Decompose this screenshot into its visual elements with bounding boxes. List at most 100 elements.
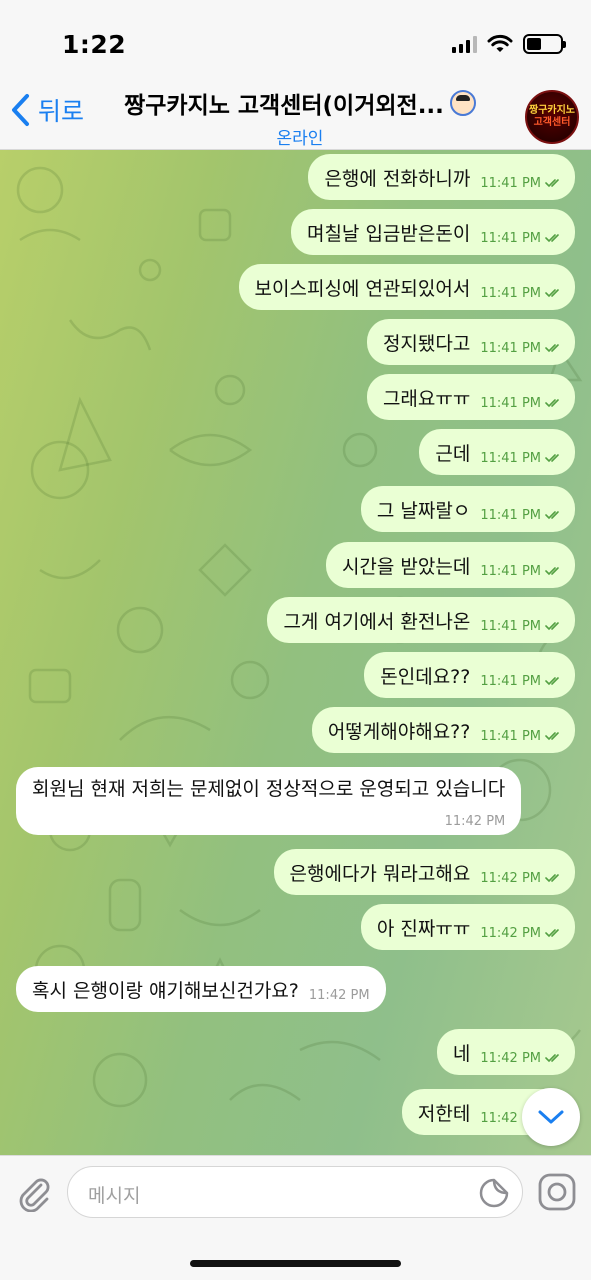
message-time: 11:41 PM [480, 395, 541, 411]
avatar-text-line1: 짱구카지노 [529, 105, 575, 116]
message-meta: 11:42 PM [480, 1051, 563, 1066]
message-meta: 11:42 PM [480, 926, 563, 941]
avatar[interactable]: 짱구카지노 고객센터 [525, 90, 579, 144]
message-input-placeholder: 메시지 [88, 1185, 141, 1207]
message-time: 11:41 PM [480, 673, 541, 689]
status-bar: 1:22 [0, 0, 591, 84]
double-check-icon [545, 1054, 559, 1063]
message-text: 혹시 은행이랑 얘기해보신건가요? [32, 979, 299, 1002]
status-time: 1:22 [62, 30, 127, 59]
incoming-message[interactable]: 혹시 은행이랑 얘기해보신건가요? 11:42 PM [16, 966, 386, 1012]
wifi-icon [487, 34, 513, 52]
chat-title: 짱구카지노 고객센터(이거외전... [124, 93, 444, 119]
message-meta: 11:41 PM [480, 729, 563, 744]
message-text: 어떻게해야해요?? [327, 720, 471, 743]
message-meta: 11:42 PM [309, 988, 370, 1003]
avatar-text-line2: 고객센터 [533, 117, 571, 128]
message-text: 그게 여기에서 환전나온 [283, 610, 471, 633]
message-time: 11:41 PM [480, 507, 541, 523]
paperclip-icon[interactable] [14, 1172, 54, 1212]
double-check-icon [545, 677, 559, 686]
message-time: 11:42 PM [480, 925, 541, 941]
outgoing-message[interactable]: 시간을 받았는데 11:41 PM [325, 542, 575, 588]
message-text: 은행에다가 뭐라고해요 [289, 862, 471, 885]
message-text: 돈인데요?? [380, 665, 471, 688]
message-text: 시간을 받았는데 [341, 555, 471, 578]
message-time: 11:41 PM [480, 618, 541, 634]
outgoing-message[interactable]: 보이스피싱에 연관되있어서 11:41 PM [238, 264, 575, 310]
outgoing-message[interactable]: 그래요ㅠㅠ 11:41 PM [366, 374, 575, 420]
message-meta: 11:42 PM [480, 871, 563, 886]
status-icons [452, 34, 566, 54]
message-text: 정지됐다고 [382, 332, 471, 355]
message-text: 보이스피싱에 연관되있어서 [254, 277, 471, 300]
chat-messages[interactable]: 은행에 전화하니까 11:41 PM 며칠날 입금받은돈이 11:41 PM 보이스피싱… [0, 150, 591, 1155]
outgoing-message[interactable]: 돈인데요?? 11:41 PM [364, 652, 575, 698]
outgoing-message[interactable]: 아 진짜ㅠㅠ 11:42 PM [360, 904, 575, 950]
message-time: 11:41 PM [480, 175, 541, 191]
outgoing-message[interactable]: 네 11:42 PM [436, 1029, 575, 1075]
message-meta: 11:41 PM [480, 508, 563, 523]
double-check-icon [545, 454, 559, 463]
double-check-icon [545, 874, 559, 883]
back-button[interactable]: 뒤로 [10, 92, 84, 128]
message-text: 근데 [435, 442, 471, 465]
chevron-down-icon [538, 1110, 564, 1124]
camera-icon[interactable] [537, 1172, 577, 1212]
message-time: 11:42 PM [444, 814, 506, 829]
incoming-message[interactable]: 회원님 현재 저희는 문제없이 정상적으로 운영되고 있습니다 11:42 PM [16, 767, 522, 835]
double-check-icon [545, 179, 559, 188]
message-time: 11:42 PM [480, 1050, 541, 1066]
message-meta: 11:41 PM [480, 564, 563, 579]
message-meta: 11:41 PM [480, 176, 563, 191]
outgoing-message[interactable]: 근데 11:41 PM [419, 429, 575, 475]
message-time: 11:42 PM [480, 870, 541, 886]
message-time: 11:41 PM [480, 563, 541, 579]
outgoing-message[interactable]: 은행에다가 뭐라고해요 11:42 PM [273, 849, 575, 895]
message-time: 11:41 PM [480, 340, 541, 356]
double-check-icon [545, 567, 559, 576]
message-time: 11:41 PM [480, 728, 541, 744]
double-check-icon [545, 732, 559, 741]
chat-header: 뒤로 짱구카지노 고객센터(이거외전... 온라인 짱구카지노 고객센터 [0, 84, 591, 150]
online-status: 온라인 [276, 129, 324, 149]
outgoing-message[interactable]: 그게 여기에서 환전나온 11:41 PM [267, 597, 575, 643]
message-text: 며칠날 입금받은돈이 [306, 222, 471, 245]
home-indicator [190, 1260, 401, 1267]
message-text: 그래요ㅠㅠ [382, 387, 471, 410]
outgoing-message[interactable]: 정지됐다고 11:41 PM [366, 319, 575, 365]
double-check-icon [545, 344, 559, 353]
double-check-icon [545, 622, 559, 631]
message-time: 11:41 PM [480, 230, 541, 246]
message-time: 11:42 PM [308, 987, 370, 1003]
message-meta: 11:41 PM [480, 674, 563, 689]
outgoing-message[interactable]: 며칠날 입금받은돈이 11:41 PM [290, 209, 575, 255]
message-time: 11:41 PM [480, 285, 541, 301]
message-meta: 11:41 PM [480, 231, 563, 246]
message-text: 아 진짜ㅠㅠ [376, 917, 471, 940]
sticker-icon[interactable] [478, 1177, 510, 1209]
chat-title-area[interactable]: 짱구카지노 고객센터(이거외전... 온라인 [100, 86, 500, 149]
input-bar: 메시지 [0, 1155, 591, 1280]
outgoing-message[interactable]: 그 날짜랄ㅇ 11:41 PM [360, 486, 575, 532]
message-meta: 11:41 PM [480, 451, 563, 466]
double-check-icon [545, 511, 559, 520]
double-check-icon [545, 929, 559, 938]
message-time: 11:41 PM [480, 450, 541, 466]
cellular-signal-icon [452, 35, 477, 53]
message-meta: 11:41 PM [480, 396, 563, 411]
back-label: 뒤로 [38, 97, 85, 126]
message-meta: 11:41 PM [480, 619, 563, 634]
scroll-down-button[interactable] [522, 1088, 580, 1146]
message-meta: 11:41 PM [480, 341, 563, 356]
double-check-icon [545, 399, 559, 408]
message-text: 그 날짜랄ㅇ [376, 499, 471, 522]
message-text: 은행에 전화하니까 [324, 167, 471, 190]
outgoing-message[interactable]: 은행에 전화하니까 11:41 PM [308, 154, 575, 200]
double-check-icon [545, 234, 559, 243]
battery-icon [523, 34, 566, 54]
chevron-left-icon [12, 94, 29, 126]
message-input[interactable]: 메시지 [67, 1166, 523, 1218]
outgoing-message[interactable]: 어떻게해야해요?? 11:41 PM [311, 707, 575, 753]
emoji-sticker-icon [449, 90, 476, 116]
